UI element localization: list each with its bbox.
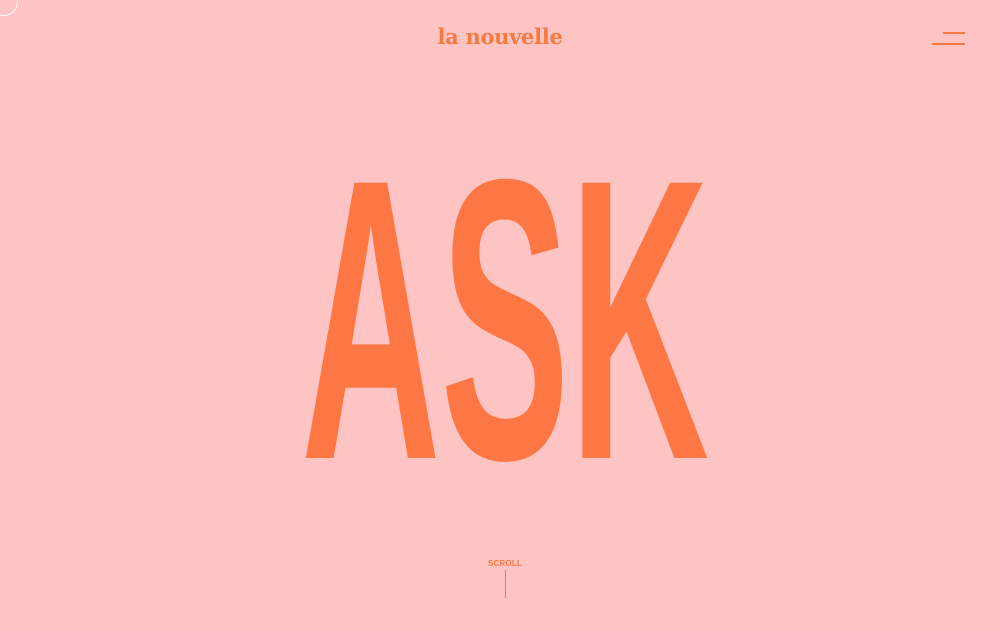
- scroll-line-icon: [505, 570, 506, 598]
- corner-circle-icon: [0, 0, 18, 16]
- hero-headline: ASK: [301, 156, 709, 466]
- scroll-indicator[interactable]: SCROLL: [470, 556, 540, 600]
- menu-button[interactable]: [928, 28, 968, 50]
- hamburger-menu-icon: [943, 32, 965, 34]
- scroll-label: SCROLL: [487, 559, 523, 568]
- hero-headline-area: ASK: [0, 156, 1000, 466]
- site-logo[interactable]: la nouvelle: [0, 24, 1000, 49]
- page: la nouvelle ASK SCROLL: [0, 0, 1000, 631]
- hamburger-menu-icon-line: [932, 43, 965, 45]
- hero-headline-svg: ASK: [301, 156, 709, 466]
